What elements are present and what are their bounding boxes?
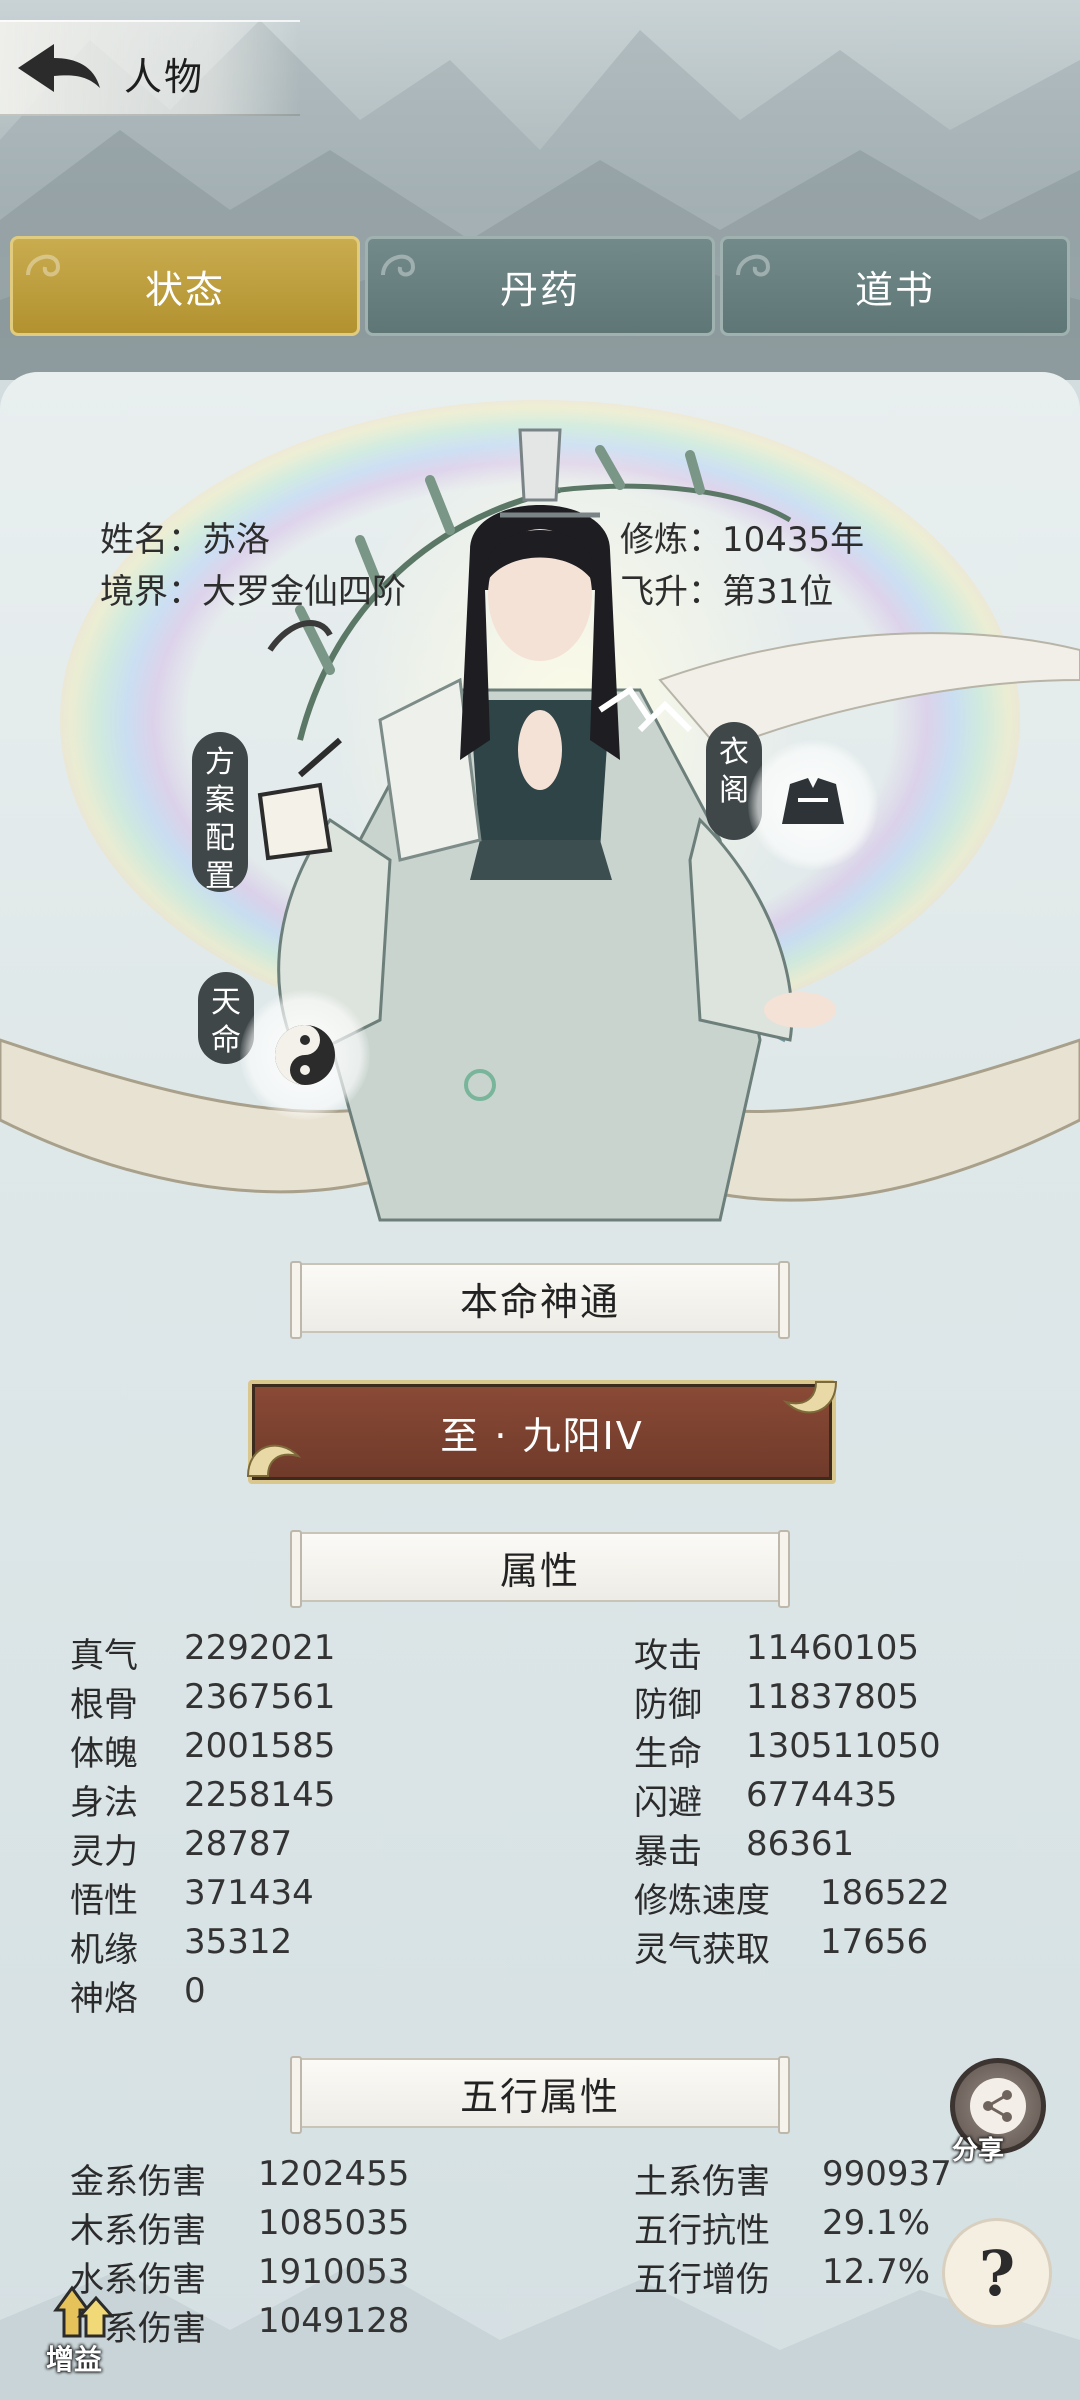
- back-arrow-icon[interactable]: [14, 40, 104, 96]
- stat-value: 990937: [822, 2154, 952, 2194]
- wardrobe-robe-icon[interactable]: [748, 740, 878, 870]
- stat-value: 11837805: [746, 1677, 920, 1717]
- cloud-swirl-icon: [381, 254, 416, 277]
- section-title: 本命神通: [459, 1279, 620, 1324]
- destiny-label: 天命: [211, 985, 241, 1058]
- stat-value: 1910053: [258, 2252, 410, 2292]
- stat-name: 攻击: [634, 1636, 702, 1676]
- help-icon: ?: [978, 2236, 1016, 2310]
- cloud-swirl-icon: [736, 254, 771, 277]
- attributes-header: 属性: [290, 1530, 790, 1608]
- plan-config-label: 方案配置: [205, 745, 235, 894]
- stat-value: 0: [184, 1971, 206, 2011]
- section-title: 五行属性: [459, 2074, 620, 2119]
- cultivation-value: 10435年: [722, 520, 865, 560]
- stat-value: 2367561: [184, 1677, 336, 1717]
- tab-elixirs[interactable]: 丹药: [365, 236, 715, 336]
- character-name: 苏洛: [202, 520, 270, 560]
- tab-label: 状态: [144, 267, 225, 312]
- plan-config-button[interactable]: 方案配置: [192, 732, 248, 894]
- page-title: 人物: [124, 55, 205, 99]
- cloud-swirl-icon: [26, 254, 61, 277]
- stat-name: 真气: [70, 1636, 138, 1676]
- corner-ornament-icon: [782, 1381, 838, 1414]
- stat-value: 86361: [746, 1824, 855, 1864]
- stat-name: 根骨: [70, 1685, 138, 1725]
- stat-name: 悟性: [70, 1881, 138, 1921]
- ascension-row: 飞升：第31位: [620, 564, 833, 613]
- natal-skill-label: 至 · 九阳IV: [440, 1413, 644, 1458]
- tab-status[interactable]: 状态: [10, 236, 360, 336]
- cultivation-label: 修炼：: [620, 520, 722, 560]
- tab-scriptures[interactable]: 道书: [720, 236, 1070, 336]
- stat-value: 1202455: [258, 2154, 410, 2194]
- stat-value: 1049128: [258, 2301, 410, 2341]
- corner-ornament-icon: [246, 1444, 302, 1477]
- help-button[interactable]: ?: [942, 2218, 1052, 2328]
- ascension-label: 飞升：: [620, 572, 722, 612]
- stat-name: 金系伤害: [70, 2162, 206, 2202]
- boost-arrow-icon[interactable]: [52, 2280, 114, 2342]
- stat-value: 28787: [184, 1824, 293, 1864]
- stat-name: 灵气获取: [634, 1930, 770, 1970]
- yin-yang-icon[interactable]: [240, 990, 370, 1120]
- stat-name: 土系伤害: [634, 2162, 770, 2202]
- cultivation-row: 修炼：10435年: [620, 512, 864, 561]
- stat-name: 系伤害: [104, 2309, 206, 2349]
- wardrobe-label: 衣阁: [719, 735, 749, 808]
- stat-value: 29.1%: [822, 2203, 931, 2243]
- stat-value: 17656: [820, 1922, 929, 1962]
- stat-name: 闪避: [634, 1783, 702, 1823]
- stat-name: 生命: [634, 1734, 702, 1774]
- name-row: 姓名：苏洛: [100, 512, 270, 561]
- stat-name: 修炼速度: [634, 1881, 770, 1921]
- share-label: 分享: [952, 2136, 1005, 2166]
- ascension-value: 第31位: [722, 572, 834, 612]
- stat-value: 2001585: [184, 1726, 336, 1766]
- stat-name: 暴击: [634, 1832, 702, 1872]
- five-elements-header: 五行属性: [290, 2056, 790, 2134]
- stat-value: 371434: [184, 1873, 314, 1913]
- stat-name: 五行增伤: [634, 2260, 770, 2300]
- header-bar: 人物: [0, 20, 300, 116]
- stat-value: 130511050: [746, 1726, 941, 1766]
- stat-name: 灵力: [70, 1832, 138, 1872]
- stat-name: 五行抗性: [634, 2211, 770, 2251]
- stat-value: 2258145: [184, 1775, 336, 1815]
- stat-value: 2292021: [184, 1628, 336, 1668]
- stat-name: 身法: [70, 1783, 138, 1823]
- stat-value: 6774435: [746, 1775, 898, 1815]
- realm-value: 大罗金仙四阶: [202, 572, 406, 612]
- stat-value: 35312: [184, 1922, 293, 1962]
- section-title: 属性: [499, 1548, 580, 1593]
- tab-label: 丹药: [499, 267, 580, 312]
- stat-value: 1085035: [258, 2203, 410, 2243]
- stat-name: 防御: [634, 1685, 702, 1725]
- boost-button[interactable]: 增益: [46, 2338, 102, 2378]
- stat-name: 体魄: [70, 1734, 138, 1774]
- tab-label: 道书: [854, 267, 935, 312]
- realm-label: 境界：: [100, 572, 202, 612]
- stat-name: 机缘: [70, 1930, 138, 1970]
- natal-skill-header: 本命神通: [290, 1261, 790, 1339]
- stat-value: 186522: [820, 1873, 950, 1913]
- name-label: 姓名：: [100, 520, 202, 560]
- stat-value: 12.7%: [822, 2252, 931, 2292]
- natal-skill-button[interactable]: 至 · 九阳IV: [246, 1380, 838, 1484]
- stat-name: 神烙: [70, 1979, 138, 2019]
- stat-value: 11460105: [746, 1628, 920, 1668]
- realm-row: 境界：大罗金仙四阶: [100, 564, 406, 613]
- stat-name: 木系伤害: [70, 2211, 206, 2251]
